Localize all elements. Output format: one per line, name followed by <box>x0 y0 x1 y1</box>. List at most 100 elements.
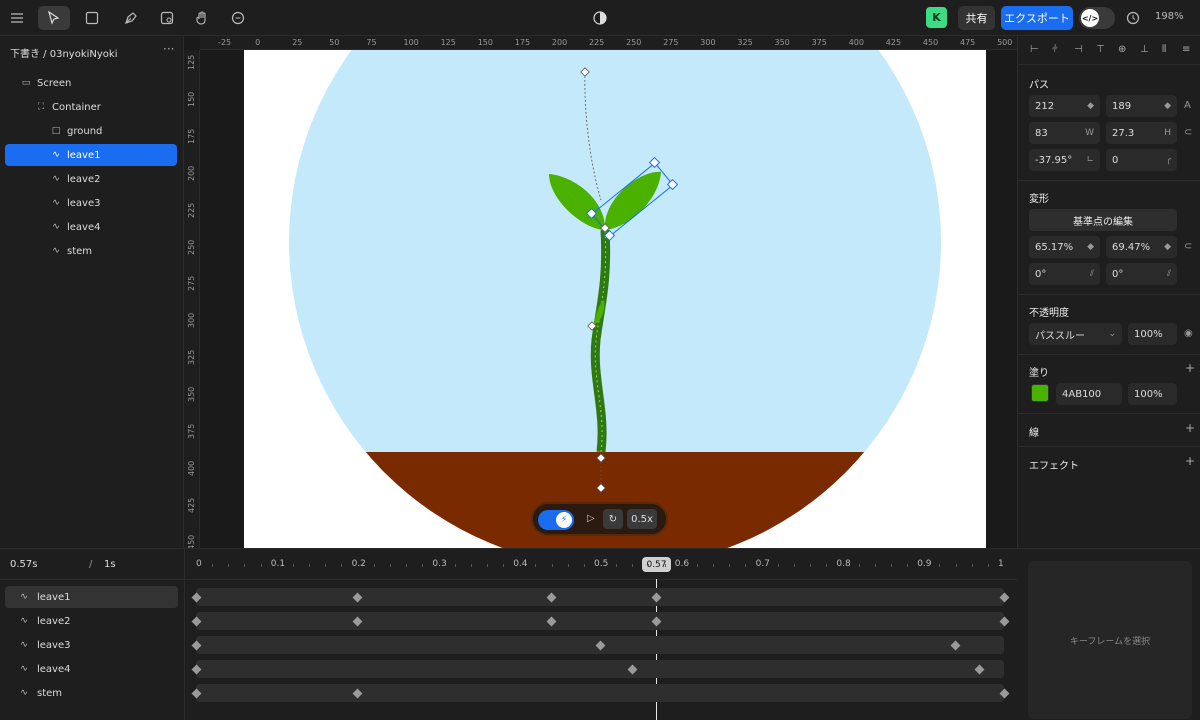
layer-label: leave2 <box>67 173 101 185</box>
align-left-icon[interactable]: ⊢ <box>1030 44 1039 55</box>
diamond-icon: ◆ <box>1164 101 1171 111</box>
track-label-leave4[interactable]: ∿ leave4 <box>5 658 178 680</box>
history-icon[interactable] <box>1121 6 1145 30</box>
divider <box>1018 446 1200 447</box>
avatar[interactable]: K <box>926 7 947 28</box>
timeline-minor-tick <box>325 564 327 567</box>
ruler-label: 175 <box>514 38 531 47</box>
scale-x-value: 65.17% <box>1035 241 1074 253</box>
rectangle-tool-icon[interactable] <box>80 6 104 30</box>
distribute-h-icon[interactable]: ⫴ <box>1162 44 1166 55</box>
breadcrumb[interactable]: 下書き / 03nyokiNyoki <box>10 45 117 60</box>
track-label-stem[interactable]: ∿ stem <box>5 682 178 704</box>
align-top-icon[interactable]: ⊤ <box>1096 44 1105 55</box>
track-label: leave1 <box>37 591 71 603</box>
height-field[interactable]: 27.3 H <box>1106 122 1177 144</box>
timeline-tick-label: 0 <box>196 559 202 569</box>
timeline-minor-tick <box>389 564 391 567</box>
h-suffix: H <box>1164 128 1171 138</box>
auto-play-toggle[interactable]: ⚡ <box>538 510 574 530</box>
layer-screen[interactable]: ▭ Screen <box>5 72 177 94</box>
menu-icon[interactable] <box>5 6 29 30</box>
ruler-label: 100 <box>403 38 419 47</box>
play-icon[interactable]: ▷ <box>587 513 595 524</box>
track-label-leave2[interactable]: ∿ leave2 <box>5 610 178 632</box>
ruler-label: 250 <box>187 239 196 255</box>
timeline-tick-label: 0.9 <box>917 559 932 569</box>
duration[interactable]: 1s <box>104 559 116 570</box>
image-tool-icon[interactable] <box>155 6 179 30</box>
link-aspect-icon[interactable]: ⊂ <box>1184 127 1192 138</box>
loop-icon[interactable]: ↻ <box>603 509 623 529</box>
align-center-h-icon[interactable]: ⫩ <box>1052 44 1058 55</box>
track-label-leave1[interactable]: ∿ leave1 <box>5 586 178 608</box>
layer-leave4[interactable]: ∿ leave4 <box>5 216 177 238</box>
zoom-level[interactable]: 198% <box>1155 11 1184 22</box>
artboard[interactable] <box>244 50 986 548</box>
layer-leave1[interactable]: ∿ leave1 <box>5 144 177 166</box>
y-field[interactable]: 189 ◆ <box>1106 95 1177 117</box>
layer-leave3[interactable]: ∿ leave3 <box>5 192 177 214</box>
divider <box>1018 64 1200 65</box>
inspector-panel: ⊢ ⫩ ⊣ ⊤ ⊕ ⊥ ⫴ ≡ パス 212 ◆ 189 ◆ A 83 W 27.3 H… <box>1017 36 1200 548</box>
hand-tool-icon[interactable] <box>190 6 214 30</box>
timeline-track-bar[interactable] <box>196 660 1004 678</box>
timeline-panel: 0.57s / 1s ∿ leave1 ∿ leave2 ∿ leave3 ∿ leav… <box>0 548 1200 720</box>
rotation-field[interactable]: -37.95° ∟ <box>1029 149 1100 171</box>
timeline-track-bar[interactable] <box>196 684 1004 702</box>
align-right-icon[interactable]: ⊣ <box>1074 44 1083 55</box>
layer-stem[interactable]: ∿ stem <box>5 240 177 262</box>
scale-y-field[interactable]: 69.47% ◆ <box>1106 236 1177 258</box>
track-label-leave3[interactable]: ∿ leave3 <box>5 634 178 656</box>
layer-container[interactable]: ⛶ Container <box>5 96 177 118</box>
playhead-time[interactable]: 0.57 <box>642 557 671 572</box>
track-label: stem <box>37 687 63 699</box>
share-button[interactable]: 共有 <box>958 6 995 30</box>
code-view-toggle[interactable]: </> <box>1079 7 1115 29</box>
x-field[interactable]: 212 ◆ <box>1029 95 1100 117</box>
skew-x-icon: ⫽ <box>1089 269 1094 279</box>
canvas-area[interactable]: -25 0 25 50 75 100 125 150 175 200 225 250 275 300 325… <box>184 36 1017 548</box>
timeline-track-bar[interactable] <box>196 588 1004 606</box>
current-time[interactable]: 0.57s <box>10 559 37 570</box>
divider <box>1018 294 1200 295</box>
ruler-label: 275 <box>187 276 196 292</box>
timeline-tick-label: 0.5 <box>594 559 609 569</box>
scale-x-field[interactable]: 65.17% ◆ <box>1029 236 1100 258</box>
align-center-v-icon[interactable]: ⊕ <box>1118 44 1126 55</box>
eye-icon[interactable]: ◉ <box>1184 328 1193 339</box>
skew-y-field[interactable]: 0° ⫽ <box>1106 263 1177 285</box>
pen-tool-icon[interactable] <box>119 6 143 30</box>
export-button[interactable]: エクスポート <box>1001 6 1073 30</box>
distribute-v-icon[interactable]: ≡ <box>1182 44 1190 55</box>
theme-toggle-icon[interactable] <box>588 6 612 30</box>
fill-hex-field[interactable]: 4AB100 <box>1056 383 1122 405</box>
skew-x-field[interactable]: 0° ⫽ <box>1029 263 1100 285</box>
ruler-label: 375 <box>187 423 196 439</box>
text-style-icon[interactable]: A <box>1184 100 1191 111</box>
timeline-minor-tick <box>890 564 892 567</box>
align-bottom-icon[interactable]: ⊥ <box>1140 44 1149 55</box>
opacity-field[interactable]: 100% <box>1128 323 1177 345</box>
speed-button[interactable]: 0.5x <box>627 509 657 529</box>
edit-origin-button[interactable]: 基準点の編集 <box>1029 209 1177 231</box>
fill-color-swatch[interactable] <box>1031 384 1049 402</box>
comment-tool-icon[interactable] <box>226 6 250 30</box>
select-tool-icon[interactable] <box>38 6 70 30</box>
timeline-tick-label: 0.2 <box>351 559 366 569</box>
corner-radius-field[interactable]: 0 ╭ <box>1106 149 1177 171</box>
more-options-icon[interactable]: ··· <box>163 42 174 56</box>
ruler-label: 225 <box>187 202 196 218</box>
timeline-minor-tick <box>745 564 747 567</box>
fill-opacity-field[interactable]: 100% <box>1128 383 1177 405</box>
blend-mode-select[interactable]: パススルー ⌄ <box>1029 323 1122 345</box>
layer-ground[interactable]: □ ground <box>5 120 177 142</box>
add-stroke-icon[interactable]: + <box>1185 421 1195 435</box>
add-effect-icon[interactable]: + <box>1185 454 1195 468</box>
layer-leave2[interactable]: ∿ leave2 <box>5 168 177 190</box>
timeline-minor-tick <box>551 564 553 567</box>
add-fill-icon[interactable]: + <box>1185 361 1195 375</box>
timeline-track-bar[interactable] <box>196 612 1004 630</box>
link-scale-icon[interactable]: ⊂ <box>1184 241 1192 252</box>
width-field[interactable]: 83 W <box>1029 122 1100 144</box>
